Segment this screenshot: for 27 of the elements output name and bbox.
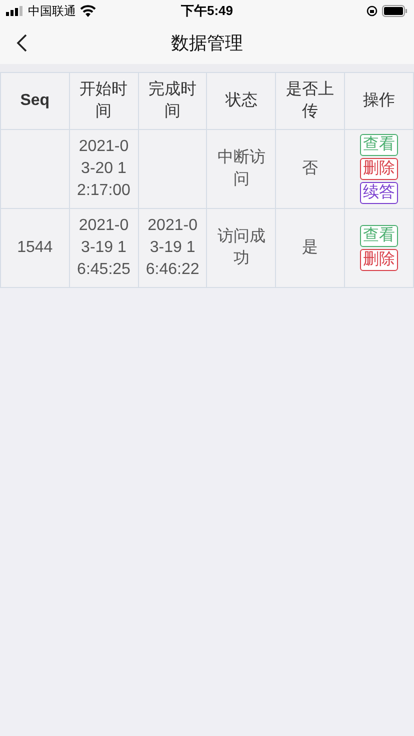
- page-title: 数据管理: [171, 32, 243, 55]
- table-cell: 1544: [0, 208, 70, 288]
- battery-icon: [382, 5, 408, 17]
- action-button[interactable]: 查看: [360, 134, 398, 156]
- back-icon: [16, 33, 28, 53]
- table-cell: 2021-03-20 12:17:00: [69, 130, 138, 208]
- action-button[interactable]: 续答: [360, 182, 398, 204]
- column-header: 操作: [344, 72, 414, 130]
- column-header: Seq: [0, 72, 70, 130]
- action-button[interactable]: 删除: [360, 158, 398, 180]
- table-cell: 是: [276, 208, 345, 288]
- action-button[interactable]: 查看: [360, 225, 398, 247]
- column-header: 开始时间: [69, 72, 138, 130]
- table-cell: 中断访问: [206, 130, 276, 208]
- table-cell: 2021-03-19 16:45:25: [69, 208, 138, 288]
- carrier-name: 中国联通: [28, 2, 76, 20]
- column-header: 状态: [206, 72, 276, 130]
- signal-icon: [6, 6, 24, 16]
- rotation-lock-icon: [366, 5, 378, 17]
- status-time: 下午5:49: [180, 2, 234, 20]
- column-header: 完成时间: [138, 72, 207, 130]
- table-cell: 2021-03-19 16:46:22: [138, 208, 207, 288]
- table-cell: 否: [276, 130, 345, 208]
- wifi-icon: [80, 5, 96, 17]
- column-header: 是否上传: [276, 72, 345, 130]
- table-cell: 访问成功: [206, 208, 276, 288]
- action-button[interactable]: 删除: [360, 249, 398, 271]
